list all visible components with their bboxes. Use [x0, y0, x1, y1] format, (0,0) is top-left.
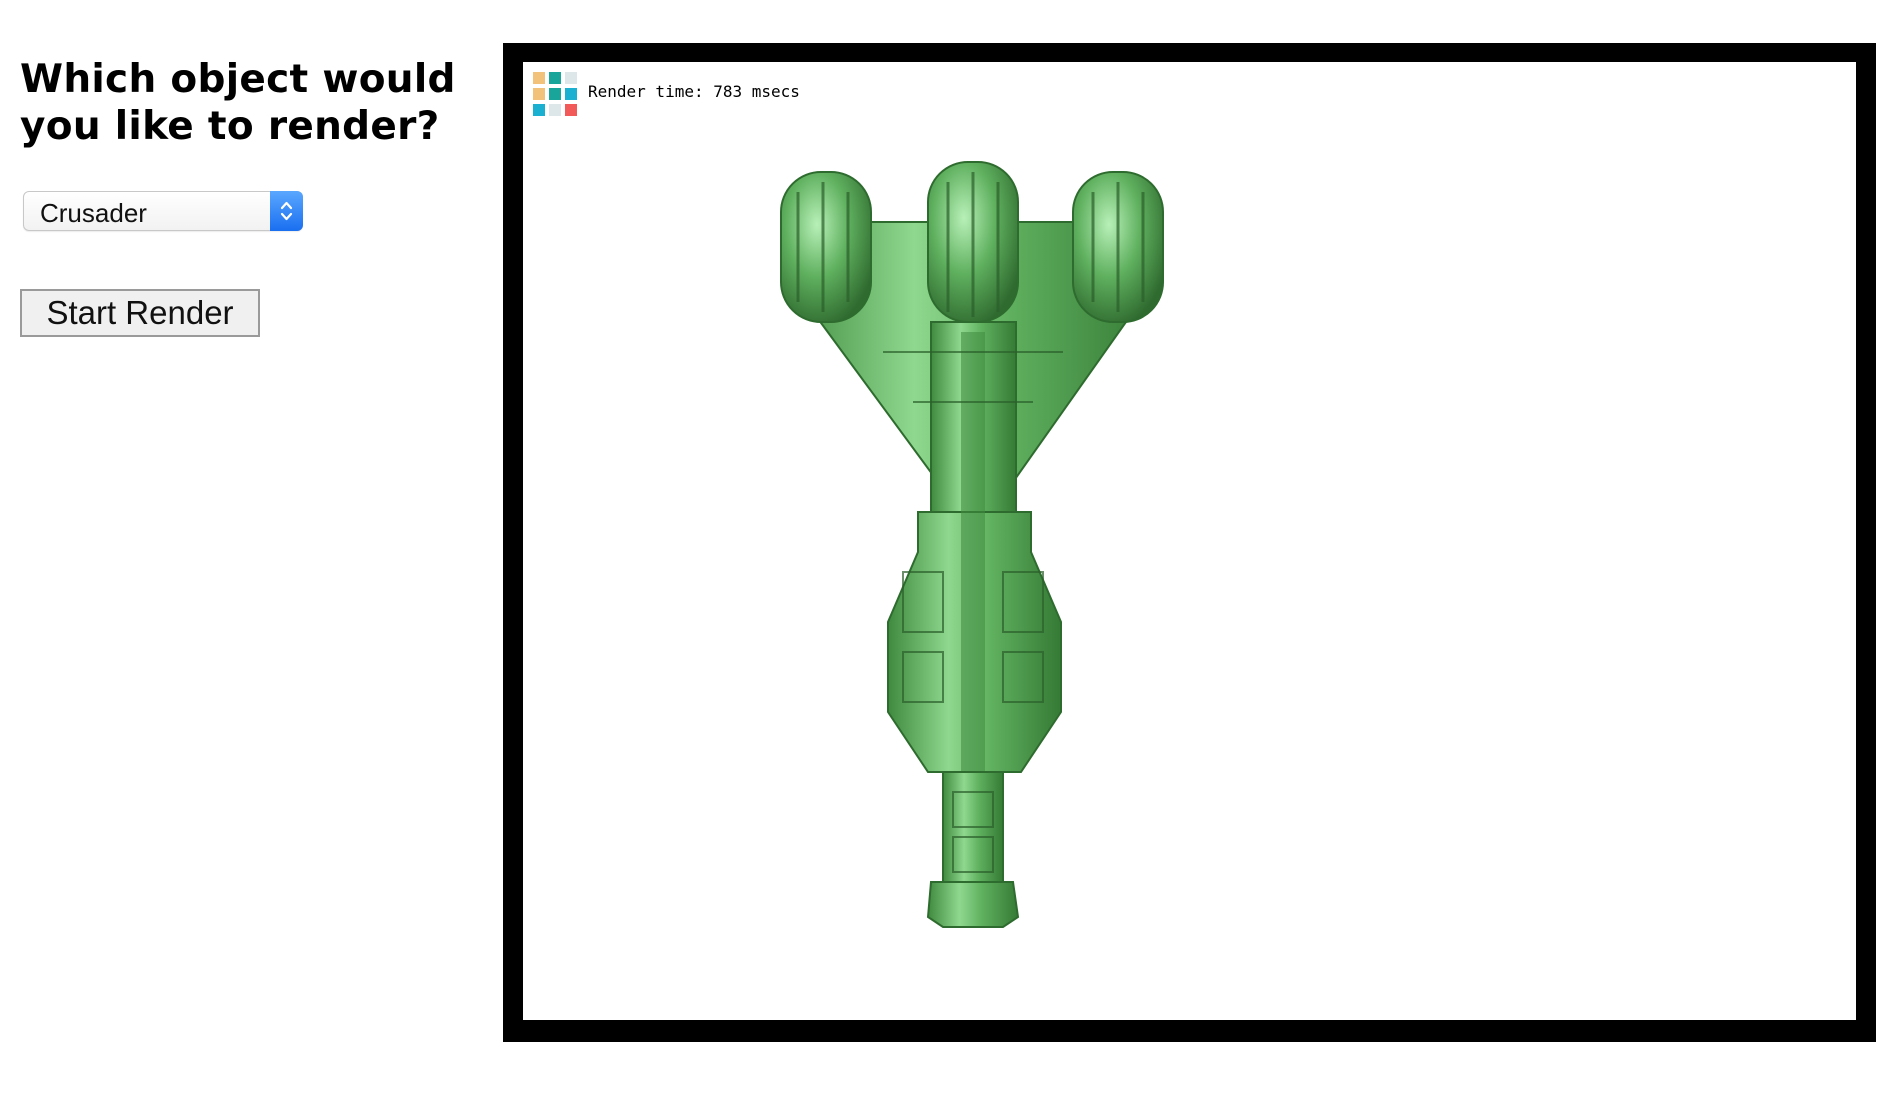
start-render-button[interactable]: Start Render — [20, 289, 260, 337]
stats-grid-icon — [533, 72, 577, 116]
chevron-up-down-icon[interactable] — [270, 191, 303, 231]
crusader-model — [780, 161, 1164, 928]
render-time-label: Render time: 783 msecs — [588, 82, 800, 101]
object-select[interactable]: Crusader — [23, 191, 303, 231]
object-select-value: Crusader — [40, 198, 147, 228]
control-panel: Which object would you like to render? C… — [20, 56, 460, 337]
render-canvas[interactable]: Render time: 783 msecs — [523, 62, 1856, 1020]
page-title: Which object would you like to render? — [20, 57, 456, 149]
render-frame: Render time: 783 msecs — [503, 43, 1876, 1042]
